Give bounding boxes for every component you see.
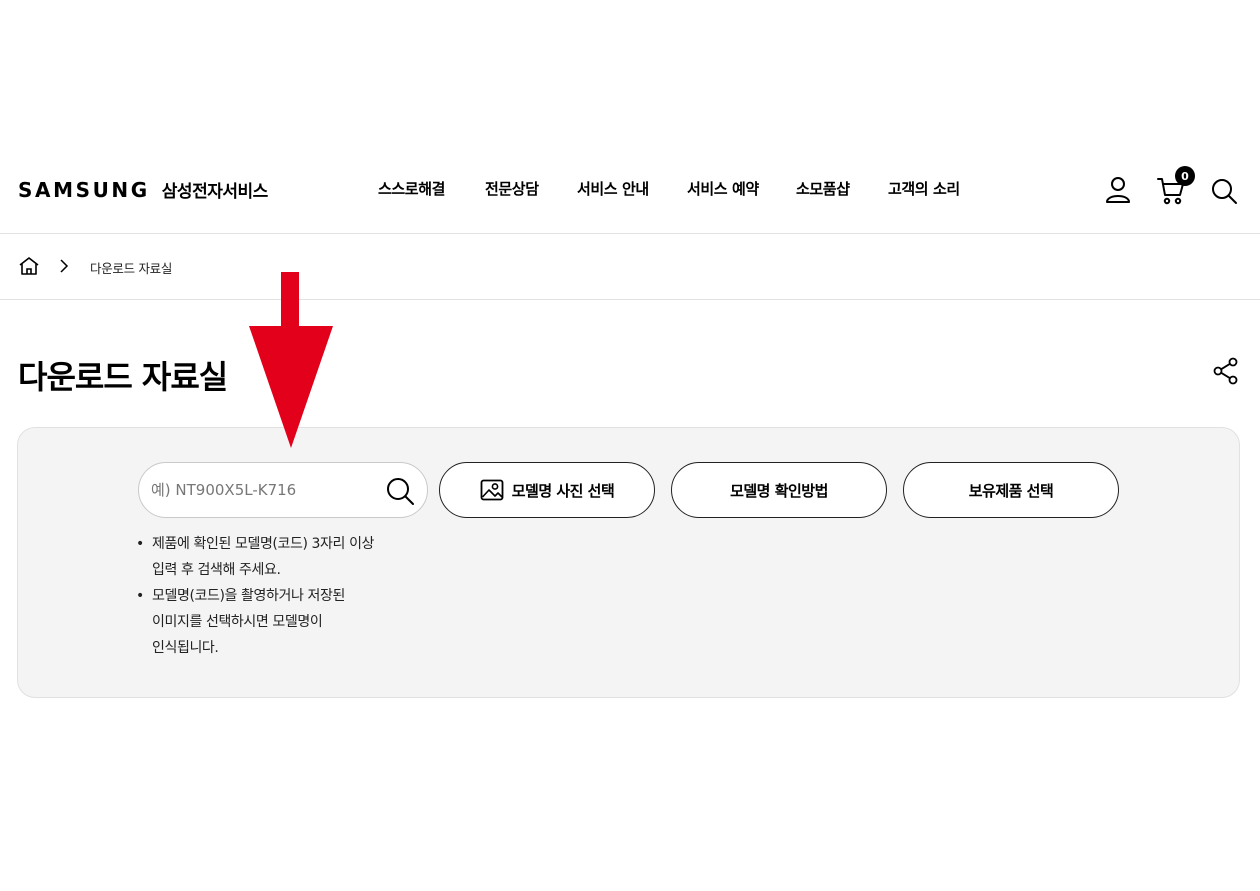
how-to-check-label: 모델명 확인방법	[730, 481, 828, 500]
cart-count-badge: 0	[1175, 166, 1195, 186]
note-line: 제품에 확인된 모델명(코드) 3자리 이상	[152, 536, 375, 552]
note-item: 모델명(코드)을 촬영하거나 저장된 이미지를 선택하시면 모델명이 인식됩니다…	[136, 583, 456, 661]
model-search-input[interactable]	[151, 463, 381, 517]
arrow-down-icon	[249, 272, 333, 448]
nav-item-service-info[interactable]: 서비스 안내	[577, 178, 649, 199]
model-search-box	[138, 462, 428, 518]
share-icon[interactable]	[1212, 357, 1240, 385]
nav-item-customer-voice[interactable]: 고객의 소리	[888, 178, 960, 199]
nav-item-consumables-shop[interactable]: 소모품샵	[796, 178, 850, 199]
note-line: 인식됩니다.	[152, 640, 219, 656]
note-line: 이미지를 선택하시면 모델명이	[152, 614, 323, 630]
page-title: 다운로드 자료실	[18, 358, 228, 396]
owned-products-label: 보유제품 선택	[968, 481, 1054, 500]
chevron-right-icon	[60, 259, 69, 273]
owned-products-button[interactable]: 보유제품 선택	[903, 462, 1119, 518]
nav-item-consult[interactable]: 전문상담	[485, 178, 539, 199]
home-icon[interactable]	[18, 256, 40, 276]
site-header: SAMSUNG 삼성전자서비스 스스로해결 전문상담 서비스 안내 서비스 예약…	[0, 150, 1260, 234]
nav-item-service-booking[interactable]: 서비스 예약	[687, 178, 759, 199]
breadcrumb: 다운로드 자료실	[0, 234, 1260, 300]
user-icon[interactable]	[1104, 176, 1132, 204]
main-nav: 스스로해결 전문상담 서비스 안내 서비스 예약 소모품샵 고객의 소리	[0, 178, 1260, 202]
nav-item-self-solve[interactable]: 스스로해결	[378, 178, 445, 199]
image-icon	[480, 479, 504, 501]
search-icon[interactable]	[1210, 177, 1238, 205]
how-to-check-model-button[interactable]: 모델명 확인방법	[671, 462, 887, 518]
search-submit-icon[interactable]	[385, 476, 415, 506]
page: SAMSUNG 삼성전자서비스 스스로해결 전문상담 서비스 안내 서비스 예약…	[0, 0, 1260, 891]
breadcrumb-current: 다운로드 자료실	[90, 261, 173, 276]
note-line: 모델명(코드)을 촬영하거나 저장된	[152, 588, 345, 604]
note-line: 입력 후 검색해 주세요.	[152, 562, 281, 578]
search-notes: 제품에 확인된 모델명(코드) 3자리 이상 입력 후 검색해 주세요. 모델명…	[136, 531, 456, 661]
note-item: 제품에 확인된 모델명(코드) 3자리 이상 입력 후 검색해 주세요.	[136, 531, 456, 583]
photo-select-button[interactable]: 모델명 사진 선택	[439, 462, 655, 518]
photo-select-label: 모델명 사진 선택	[511, 481, 615, 500]
